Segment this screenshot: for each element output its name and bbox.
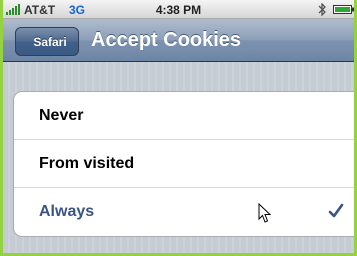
navigation-bar: Safari Accept Cookies: [3, 19, 354, 62]
option-label: From visited: [39, 155, 135, 172]
mouse-cursor-icon: [258, 203, 272, 223]
option-label: Always: [39, 203, 95, 220]
phone-screen: AT&T 3G 4:38 PM Safari Accept Cookies Ne…: [0, 0, 357, 256]
content-area: Never From visited Always: [3, 62, 354, 253]
back-button-label: Safari: [33, 34, 67, 49]
option-label: Never: [39, 107, 84, 124]
battery-icon: [333, 5, 354, 14]
page-title: Accept Cookies: [91, 29, 242, 51]
checkmark-icon: [328, 203, 344, 218]
status-time: 4:38 PM: [155, 3, 202, 17]
option-never[interactable]: Never: [14, 92, 354, 140]
option-from-visited[interactable]: From visited: [14, 140, 354, 188]
option-always[interactable]: Always: [14, 188, 354, 236]
status-bar: AT&T 3G 4:38 PM: [3, 0, 354, 19]
cookie-options-list: Never From visited Always: [13, 91, 354, 237]
back-button[interactable]: Safari: [15, 27, 79, 56]
bluetooth-icon: [318, 3, 326, 16]
